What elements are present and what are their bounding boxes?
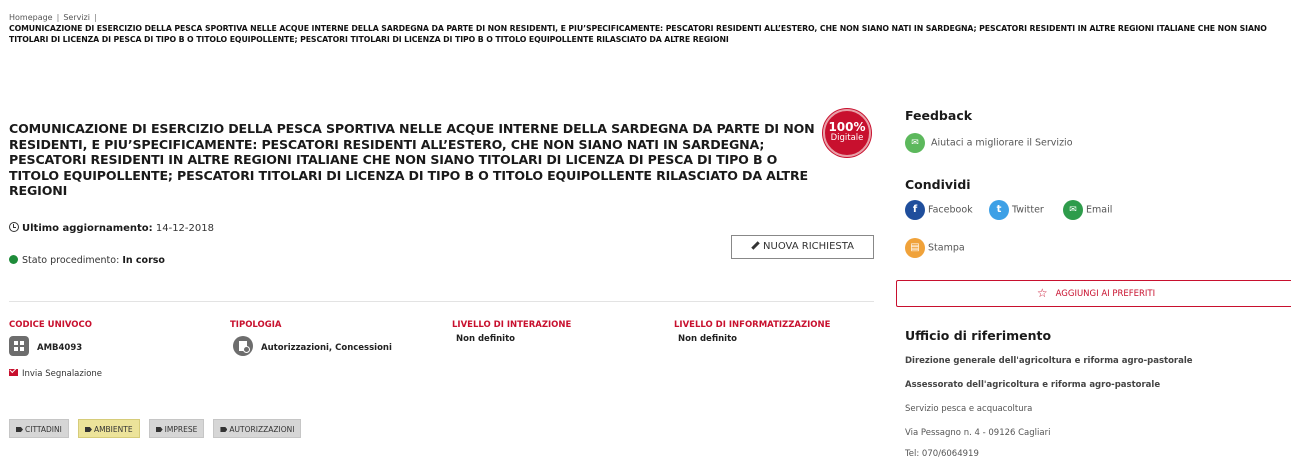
info-column-type: TIPOLOGIA Autorizzazioni, Concessioni xyxy=(230,320,392,356)
divider xyxy=(9,301,874,302)
feedback-link[interactable]: ✉ Aiutaci a migliorare il Servizio xyxy=(905,133,1073,153)
tag-label: CITTADINI xyxy=(25,425,62,434)
tag-cittadini[interactable]: CITTADINI xyxy=(9,419,69,438)
office-title: Ufficio di riferimento xyxy=(905,328,1052,343)
tag-imprese[interactable]: IMPRESE xyxy=(148,419,205,438)
status-label: Stato procedimento: xyxy=(22,255,120,266)
info-column-interaction: LIVELLO DI INTERAZIONE Non definito xyxy=(452,320,571,345)
tag-icon xyxy=(220,427,228,432)
tag-icon xyxy=(155,427,163,432)
email-icon: ✉ xyxy=(1063,200,1083,220)
tag-label: IMPRESE xyxy=(164,425,198,434)
badge-percent: 100% xyxy=(828,120,866,134)
tag-icon xyxy=(84,427,92,432)
breadcrumb-current: COMUNICAZIONE DI ESERCIZIO DELLA PESCA S… xyxy=(9,24,1267,44)
feedback-title: Feedback xyxy=(905,108,973,123)
office-directorate: Direzione generale dell'agricoltura e ri… xyxy=(905,356,1193,366)
status-dot-icon xyxy=(9,255,18,264)
share-twitter-link[interactable]: t Twitter xyxy=(989,200,1044,220)
info-column-value: Autorizzazioni, Concessioni xyxy=(261,343,392,353)
send-report-label: Invia Segnalazione xyxy=(22,369,103,379)
new-request-label: NUOVA RICHIESTA xyxy=(763,241,854,252)
last-update-label: Ultimo aggiornamento: xyxy=(22,223,153,234)
feedback-link-label: Aiutaci a migliorare il Servizio xyxy=(931,137,1073,149)
add-to-favorites-label: AGGIUNGI AI PREFERITI xyxy=(1055,289,1156,299)
tag-icon xyxy=(16,427,23,432)
share-email-link[interactable]: ✉ Email xyxy=(1063,200,1112,220)
breadcrumb: Homepage | Servizi | COMUNICAZIONE DI ESERC… xyxy=(9,12,1289,45)
share-title: Condividi xyxy=(905,177,971,192)
tag-list: CITTADINI AMBIENTE IMPRESE AUTORIZZAZION… xyxy=(9,417,305,438)
chat-icon: ✉ xyxy=(905,133,925,153)
info-column-header: TIPOLOGIA xyxy=(230,320,282,330)
page-title: COMUNICAZIONE DI ESERCIZIO DELLA PESCA S… xyxy=(9,121,815,198)
info-column-digitization: LIVELLO DI INFORMATIZZAZIONE Non definit… xyxy=(674,320,830,345)
office-phone: Tel: 070/6064919 xyxy=(905,449,979,459)
info-column-value: AMB4093 xyxy=(37,343,83,353)
info-column-header: LIVELLO DI INTERAZIONE xyxy=(452,320,572,330)
share-twitter-label: Twitter xyxy=(1012,204,1044,216)
twitter-icon: t xyxy=(989,200,1009,220)
tag-autorizzazioni[interactable]: AUTORIZZAZIONI xyxy=(213,419,302,438)
breadcrumb-servizi-link[interactable]: Servizi xyxy=(63,13,90,22)
last-update-value: 14-12-2018 xyxy=(155,223,214,234)
tag-label: AMBIENTE xyxy=(93,425,133,434)
facebook-icon: f xyxy=(905,200,925,220)
print-icon: ▤ xyxy=(905,238,925,258)
office-department: Assessorato dell'agricoltura e riforma a… xyxy=(905,380,1161,390)
pencil-icon xyxy=(751,241,760,250)
breadcrumb-home-link[interactable]: Homepage xyxy=(9,13,53,22)
status-value: In corso xyxy=(122,255,165,266)
info-column-value: Non definito xyxy=(678,334,737,344)
share-facebook-link[interactable]: f Facebook xyxy=(905,200,973,220)
send-report-link[interactable]: Invia Segnalazione xyxy=(9,369,102,379)
print-link[interactable]: ▤ Stampa xyxy=(905,238,965,258)
new-request-button[interactable]: NUOVA RICHIESTA xyxy=(731,235,874,259)
office-address: Via Pessagno n. 4 - 09126 Cagliari xyxy=(905,428,1051,438)
clock-icon xyxy=(9,222,19,232)
add-to-favorites-button[interactable]: ☆ AGGIUNGI AI PREFERITI xyxy=(896,280,1291,307)
digital-badge: 100% Digitale xyxy=(823,109,871,157)
badge-label: Digitale xyxy=(830,133,864,143)
breadcrumb-separator: | xyxy=(93,13,97,22)
tag-ambiente[interactable]: AMBIENTE xyxy=(77,419,140,438)
info-column-value: Non definito xyxy=(456,334,515,344)
document-icon xyxy=(233,335,253,356)
last-update: Ultimo aggiornamento: 14-12-2018 xyxy=(9,222,214,234)
star-icon: ☆ xyxy=(1036,286,1048,300)
office-service: Servizio pesca e acquacoltura xyxy=(905,404,1033,414)
info-column-header: LIVELLO DI INFORMATIZZAZIONE xyxy=(674,320,831,330)
print-label: Stampa xyxy=(928,242,965,254)
share-facebook-label: Facebook xyxy=(928,204,973,216)
procedure-status: Stato procedimento: In corso xyxy=(9,255,165,266)
info-column-code: CODICE UNIVOCO AMB4093 xyxy=(9,320,92,356)
tag-label: AUTORIZZAZIONI xyxy=(229,425,295,434)
info-column-header: CODICE UNIVOCO xyxy=(9,320,92,330)
envelope-icon xyxy=(9,369,18,376)
breadcrumb-separator: | xyxy=(56,13,60,22)
share-email-label: Email xyxy=(1086,204,1113,216)
qr-code-icon xyxy=(9,335,29,356)
